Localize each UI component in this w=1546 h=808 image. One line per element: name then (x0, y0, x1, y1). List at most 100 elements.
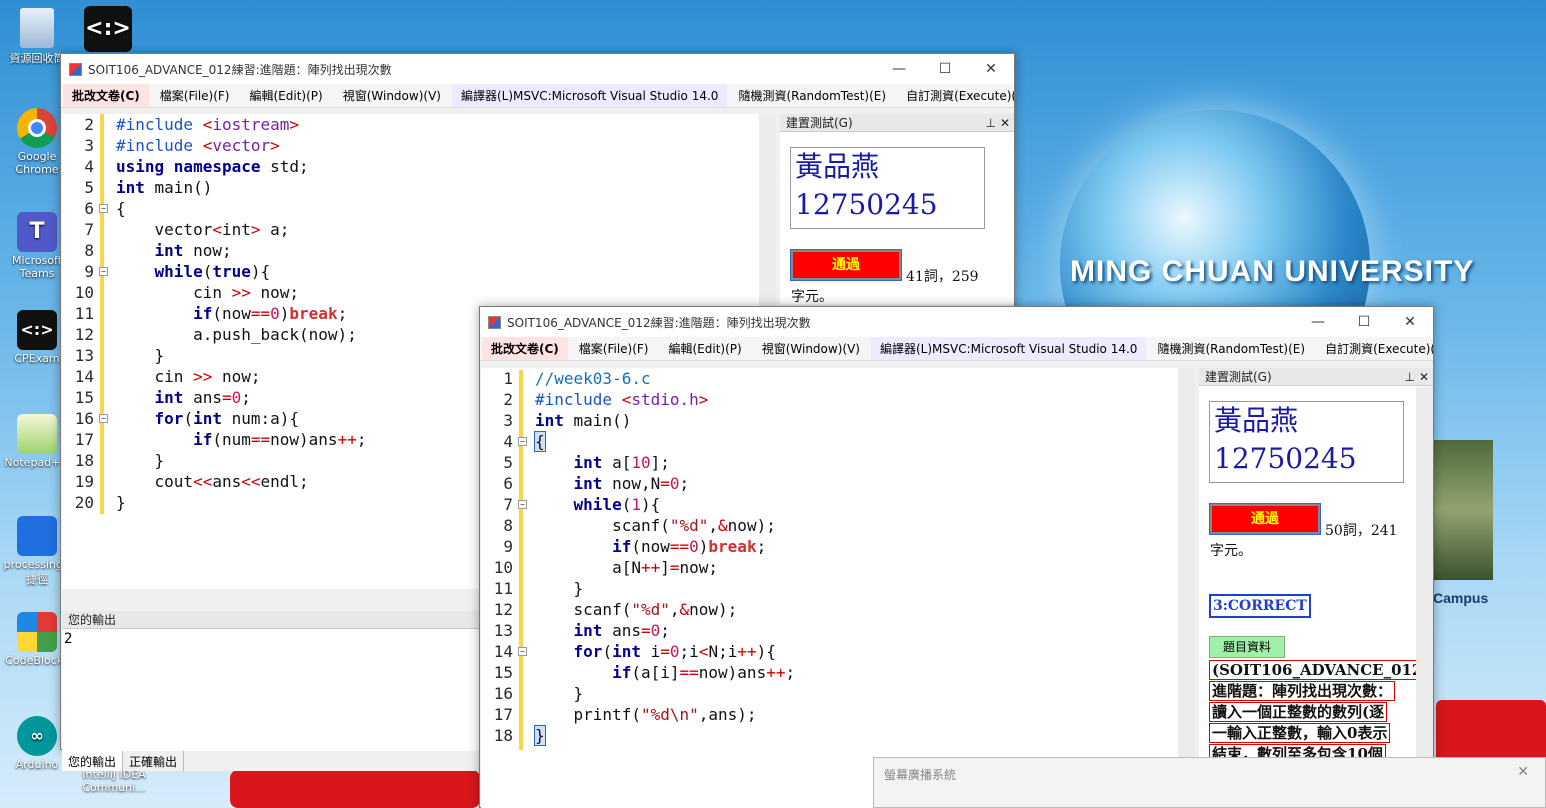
vertical-scrollbar[interactable] (1178, 368, 1195, 808)
question-info-button[interactable]: 題目資料 (1209, 636, 1285, 658)
title-bar[interactable]: SOIT106_ADVANCE_012練習:進階題：陣列找出現次數 — ☐ ✕ (480, 307, 1433, 337)
student-name: 黃品燕 (1214, 404, 1299, 437)
pin-icon[interactable]: ⊥ (1404, 368, 1414, 385)
code-line: cin >> now; (116, 283, 300, 302)
menu-compiler[interactable]: 編譯器(L)MSVC:Microsoft Visual Studio 14.0 (451, 84, 728, 107)
menu-window[interactable]: 視窗(Window)(V) (334, 84, 450, 107)
panel-title: 建置測試(G) (1205, 370, 1272, 384)
minimize-button[interactable]: — (876, 54, 922, 84)
pin-icon[interactable]: ⊥ (985, 114, 995, 131)
close-button[interactable]: ✕ (1517, 764, 1529, 780)
line-number: 19 (74, 472, 94, 491)
pass-badge: 通過 (790, 249, 902, 281)
menu-random-test[interactable]: 隨機測資(RandomTest)(E) (729, 84, 895, 107)
arduino-icon: ∞ (17, 716, 57, 756)
desktop-icon-intellij[interactable]: IntelliJ IDEA Communi... (74, 768, 154, 794)
line-number: 2 (503, 390, 513, 409)
line-number: 2 (84, 115, 94, 134)
menu-grade[interactable]: 批改文卷(C) (482, 337, 568, 360)
line-number: 14 (74, 367, 94, 386)
code-line: scanf("%d",&now); (535, 516, 776, 535)
maximize-button[interactable]: ☐ (922, 54, 968, 84)
screen-broadcast-window[interactable]: 螢幕廣播系統 ✕ (873, 757, 1546, 808)
wallpaper-red-banner-bottom (230, 770, 480, 808)
cpexam-icon: <:> (17, 310, 57, 350)
menu-edit[interactable]: 編輯(Edit)(P) (241, 84, 332, 107)
line-number: 18 (74, 451, 94, 470)
menu-execute[interactable]: 自訂測資(Execute)(D) (897, 84, 1014, 107)
recycle-bin-icon (20, 8, 54, 48)
line-number: 1 (503, 369, 513, 388)
code-line: #include <stdio.h> (535, 390, 709, 409)
code-line: int now; (154, 241, 232, 260)
fold-toggle[interactable]: − (518, 647, 527, 656)
menu-execute[interactable]: 自訂測資(Execute)(D) (1316, 337, 1433, 360)
result-badge: 3:CORRECT (1209, 594, 1311, 618)
wallpaper-campus-image (1433, 440, 1493, 580)
panel-close-icon[interactable]: ✕ (1419, 368, 1429, 385)
panel-close-icon[interactable]: ✕ (1000, 114, 1010, 131)
panel-scrollbar[interactable] (1416, 387, 1433, 808)
close-button[interactable]: ✕ (968, 54, 1014, 84)
desktop-icon-cpexam-top[interactable]: <:> (78, 6, 138, 54)
build-test-panel: 建置測試(G) ⊥ ✕ 黃品燕 12750245 通過 41詞，259 字元。 (780, 114, 1014, 305)
fold-toggle[interactable]: − (99, 414, 108, 423)
tab-correct-output[interactable]: 正確輸出 (123, 751, 185, 771)
code-line: int main() (535, 411, 632, 430)
minimize-button[interactable]: — (1295, 307, 1341, 337)
close-button[interactable]: ✕ (1387, 307, 1433, 337)
maximize-button[interactable]: ☐ (1341, 307, 1387, 337)
tab-your-output[interactable]: 您的輸出 (62, 751, 124, 771)
student-info-box: 黃品燕 12750245 (790, 147, 985, 229)
line-number: 13 (74, 346, 94, 365)
stats-text-2: 字元。 (791, 289, 833, 305)
menu-grade[interactable]: 批改文卷(C) (63, 84, 149, 107)
fold-toggle[interactable]: − (99, 204, 108, 213)
chrome-icon (17, 108, 57, 148)
line-number: 9 (84, 262, 94, 281)
menu-random-test[interactable]: 隨機測資(RandomTest)(E) (1148, 337, 1314, 360)
code-line: while(1){ (573, 495, 661, 514)
menu-file[interactable]: 檔案(File)(F) (151, 84, 239, 107)
editor-window-front[interactable]: SOIT106_ADVANCE_012練習:進階題：陣列找出現次數 — ☐ ✕ … (479, 306, 1434, 808)
title-bar[interactable]: SOIT106_ADVANCE_012練習:進階題：陣列找出現次數 — ☐ ✕ (61, 54, 1014, 84)
line-number: 9 (503, 537, 513, 556)
change-bar (100, 114, 104, 514)
panel-title: 建置測試(G) (786, 116, 853, 130)
processing-icon (17, 516, 57, 556)
fold-toggle[interactable]: − (99, 267, 108, 276)
line-number: 15 (493, 663, 513, 682)
line-number: 6 (503, 474, 513, 493)
menu-edit[interactable]: 編輯(Edit)(P) (660, 337, 751, 360)
menu-file[interactable]: 檔案(File)(F) (570, 337, 658, 360)
line-number: 12 (74, 325, 94, 344)
line-number: 17 (493, 705, 513, 724)
student-id: 12750245 (1214, 442, 1357, 475)
code-editor[interactable]: 1 2 3 4 5 6 7 8 9 10 11 12 13 14 15 16 1… (481, 368, 1194, 808)
output-tabs: 您的輸出 正確輸出 (62, 751, 482, 771)
code-line: } (534, 725, 546, 746)
code-line: printf("%d\n",ans); (535, 705, 757, 724)
line-number: 7 (84, 220, 94, 239)
line-number: 17 (74, 430, 94, 449)
code-line: #include <vector> (116, 136, 280, 155)
line-number: 5 (84, 178, 94, 197)
line-number: 4 (84, 157, 94, 176)
code-line: using namespace std; (116, 157, 309, 176)
line-number: 16 (74, 409, 94, 428)
menu-compiler[interactable]: 編譯器(L)MSVC:Microsoft Visual Studio 14.0 (870, 337, 1147, 360)
fold-toggle[interactable]: − (518, 437, 527, 446)
stats-text: 41詞，259 (906, 269, 979, 285)
line-number: 14 (493, 642, 513, 661)
app-icon (488, 315, 501, 329)
code-line: } (116, 451, 165, 470)
menu-window[interactable]: 視窗(Window)(V) (753, 337, 869, 360)
code-line: int ans=0; (573, 621, 670, 640)
line-number: 11 (74, 304, 94, 323)
fold-toggle[interactable]: − (518, 500, 527, 509)
desktop-icon-label: IntelliJ IDEA Communi... (82, 768, 146, 794)
code-line: #include <iostream> (116, 115, 300, 134)
window-title: SOIT106_ADVANCE_012練習:進階題：陣列找出現次數 (88, 62, 392, 77)
codeblocks-icon (17, 612, 57, 652)
menu-bar: 批改文卷(C) 檔案(File)(F) 編輯(Edit)(P) 視窗(Windo… (61, 84, 1014, 108)
